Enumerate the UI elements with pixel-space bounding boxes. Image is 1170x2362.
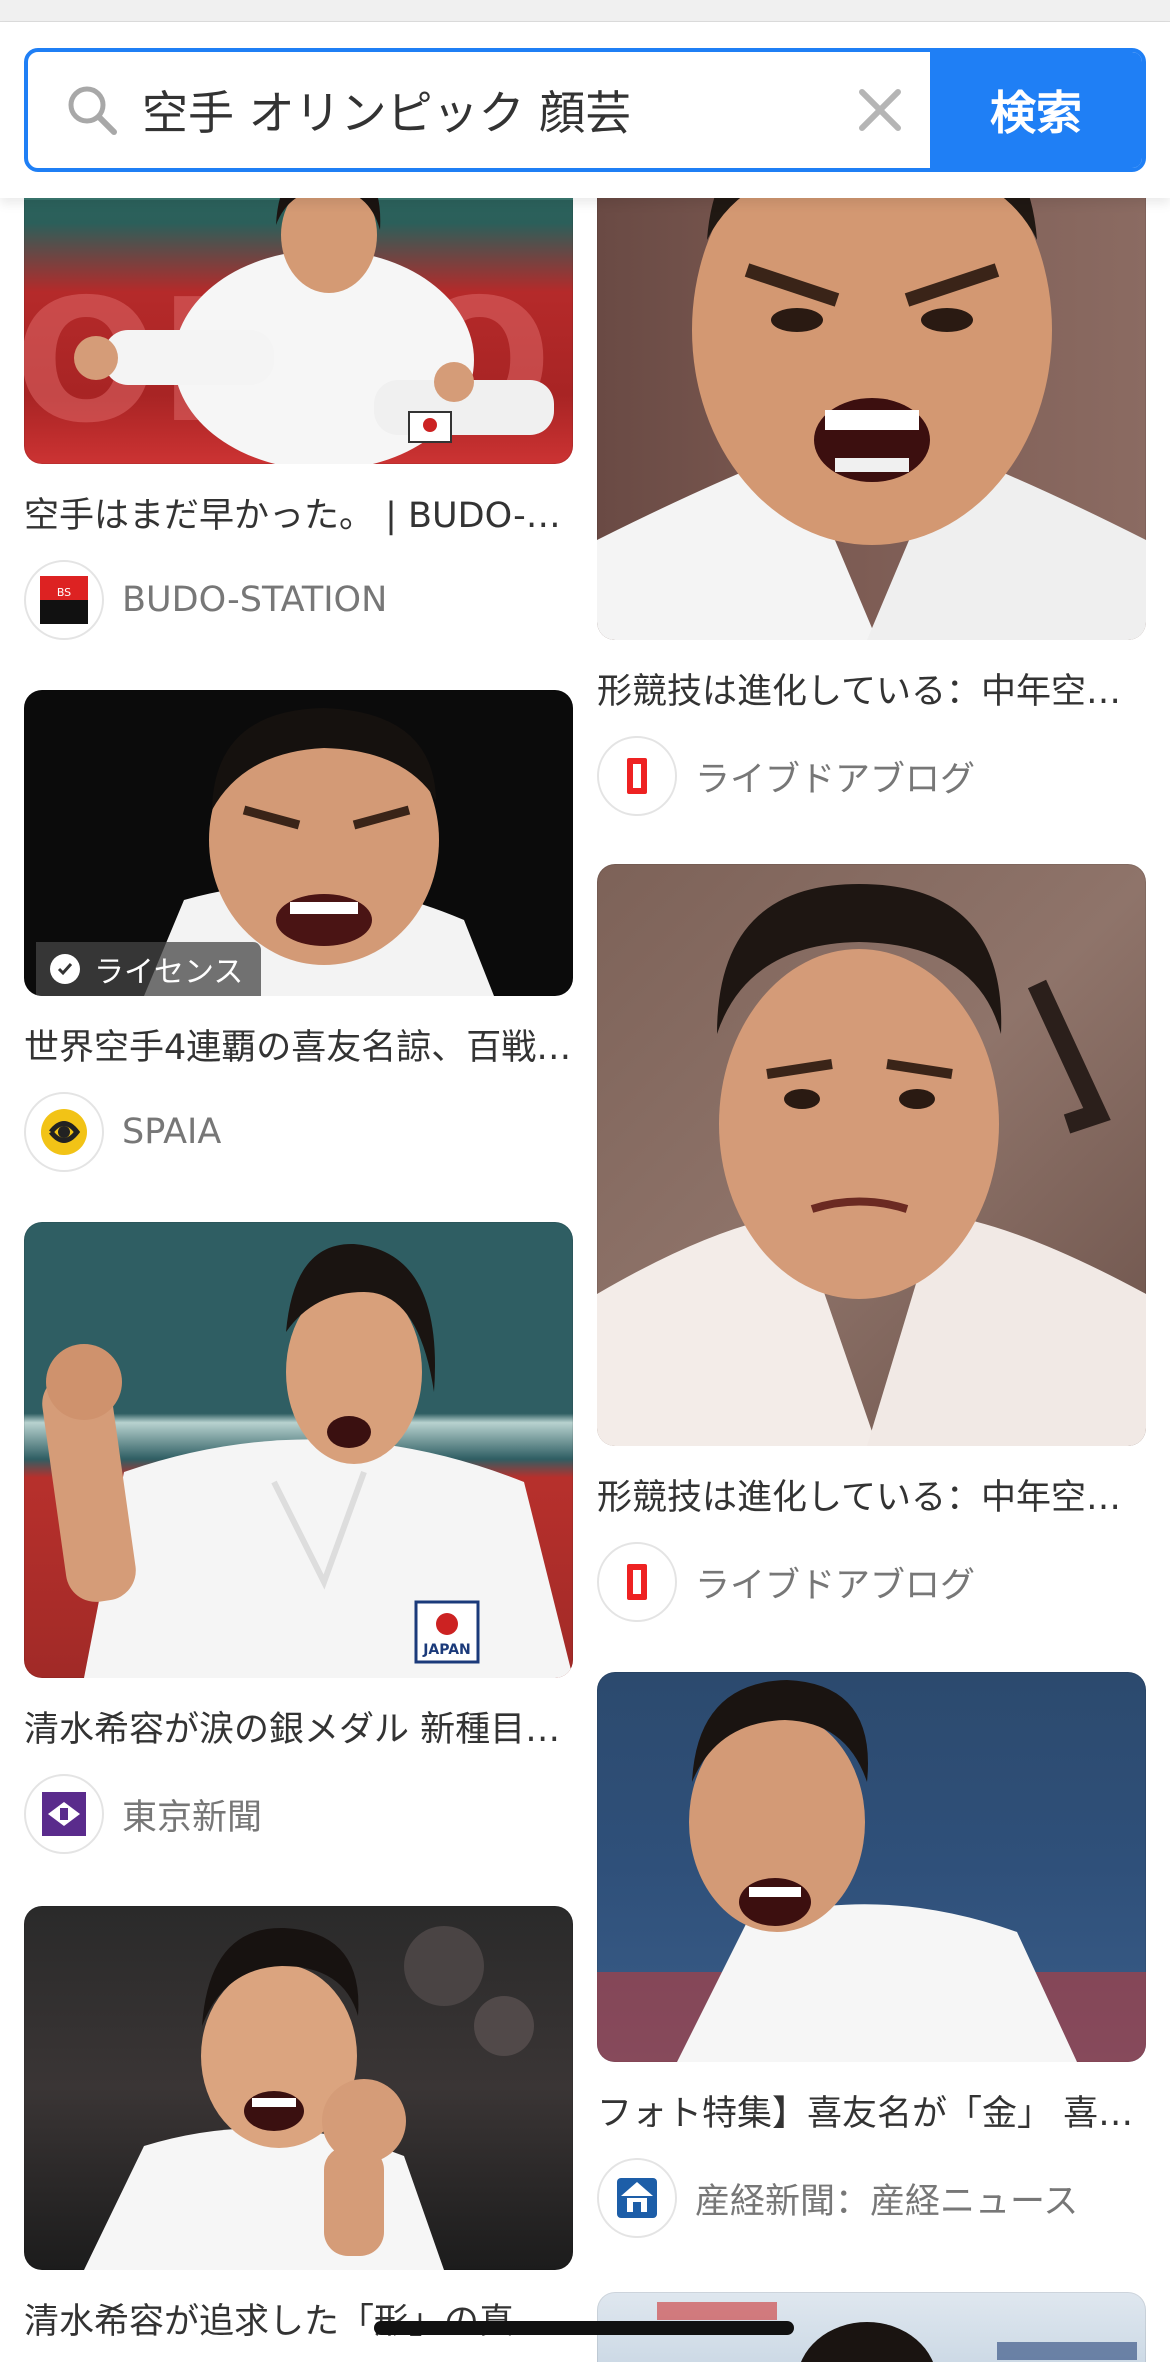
result-photo xyxy=(597,1680,1146,2062)
search-box[interactable]: 検索 xyxy=(24,48,1146,172)
result-source[interactable]: 東京新聞 xyxy=(24,1774,573,1854)
result-thumbnail[interactable]: ライセンス xyxy=(24,690,573,996)
result-thumbnail[interactable] xyxy=(597,864,1146,1446)
source-name: ライブドアブログ xyxy=(695,1565,976,1606)
result-thumbnail[interactable] xyxy=(597,120,1146,640)
status-strip xyxy=(0,0,1170,22)
image-search-results-page: 検索 OKYO 空手はまだ早かった。 | BUDO-STATION xyxy=(0,0,1170,2362)
result-title[interactable]: 形競技は進化している：中年空手家の日記 xyxy=(597,670,1146,714)
search-icon xyxy=(64,82,120,138)
search-input[interactable] xyxy=(142,66,842,154)
result-thumbnail[interactable]: JAPAN xyxy=(24,1222,573,1678)
result-title[interactable]: 形競技は進化している：中年空手家の日記 xyxy=(597,1476,1146,1520)
svg-text:BS: BS xyxy=(57,586,71,599)
result-thumbnail[interactable] xyxy=(24,1906,573,2270)
budo-station-logo-icon: BS xyxy=(24,560,104,640)
source-name: BUDO-STATION xyxy=(122,580,388,620)
sankei-logo-icon xyxy=(597,2158,677,2238)
result-thumbnail[interactable] xyxy=(597,1672,1146,2062)
spaia-logo-icon xyxy=(24,1092,104,1172)
license-label: ライセンス xyxy=(94,955,244,990)
result-source[interactable]: ライブドアブログ xyxy=(597,736,1146,816)
source-name: 産経新聞：産経ニュース xyxy=(695,2181,1079,2222)
result-card[interactable]: JAPAN 清水希容が涙の銀メダル 新種目の空手形 東京新聞 xyxy=(24,1222,573,1854)
result-photo: JAPAN xyxy=(42,1243,573,1678)
source-name: SPAIA xyxy=(122,1112,222,1152)
result-photo xyxy=(84,1926,534,2270)
result-source[interactable]: SPAIA xyxy=(24,1092,573,1172)
result-photo xyxy=(597,120,1146,640)
result-card[interactable]: 形競技は進化している：中年空手家の日記 ライブドアブログ xyxy=(597,864,1146,1622)
result-card[interactable]: 清水希容が追求した「形」の真 xyxy=(24,1906,573,2344)
result-title[interactable]: フォト特集】喜友名が「金」 喜びの表情 xyxy=(597,2092,1146,2136)
livedoor-blog-logo-icon xyxy=(597,1542,677,1622)
result-photo xyxy=(597,884,1146,1446)
result-card[interactable]: フォト特集】喜友名が「金」 喜びの表情 産経新聞：産経ニュース xyxy=(597,1672,1146,2238)
livedoor-blog-logo-icon xyxy=(597,736,677,816)
source-name: 東京新聞 xyxy=(122,1797,263,1838)
search-header: 検索 xyxy=(0,22,1170,198)
search-button[interactable]: 検索 xyxy=(930,52,1142,168)
check-icon xyxy=(50,954,80,984)
result-source[interactable]: BS BUDO-STATION xyxy=(24,560,573,640)
source-name: ライブドアブログ xyxy=(695,759,976,800)
svg-text:JAPAN: JAPAN xyxy=(422,1642,471,1658)
result-card[interactable]: OKYO 空手はまだ早かった。 | BUDO-STATION BS BUDO-S… xyxy=(24,120,573,640)
clear-icon[interactable] xyxy=(852,82,908,138)
home-indicator[interactable] xyxy=(374,2321,794,2335)
tokyo-shimbun-logo-icon xyxy=(24,1774,104,1854)
result-source[interactable]: 産経新聞：産経ニュース xyxy=(597,2158,1146,2238)
result-title[interactable]: 空手はまだ早かった。 | BUDO-STATION xyxy=(24,494,573,538)
result-card[interactable]: 形競技は進化している：中年空手家の日記 ライブドアブログ xyxy=(597,120,1146,816)
license-badge: ライセンス xyxy=(36,942,262,996)
result-title[interactable]: 世界空手4連覇の喜友名諒、百戦錬磨の顔芸 xyxy=(24,1026,573,1070)
result-card[interactable]: ライセンス 世界空手4連覇の喜友名諒、百戦錬磨の顔芸 SPAIA xyxy=(24,690,573,1172)
result-source[interactable]: ライブドアブログ xyxy=(597,1542,1146,1622)
result-title[interactable]: 清水希容が涙の銀メダル 新種目の空手形 xyxy=(24,1708,573,1752)
